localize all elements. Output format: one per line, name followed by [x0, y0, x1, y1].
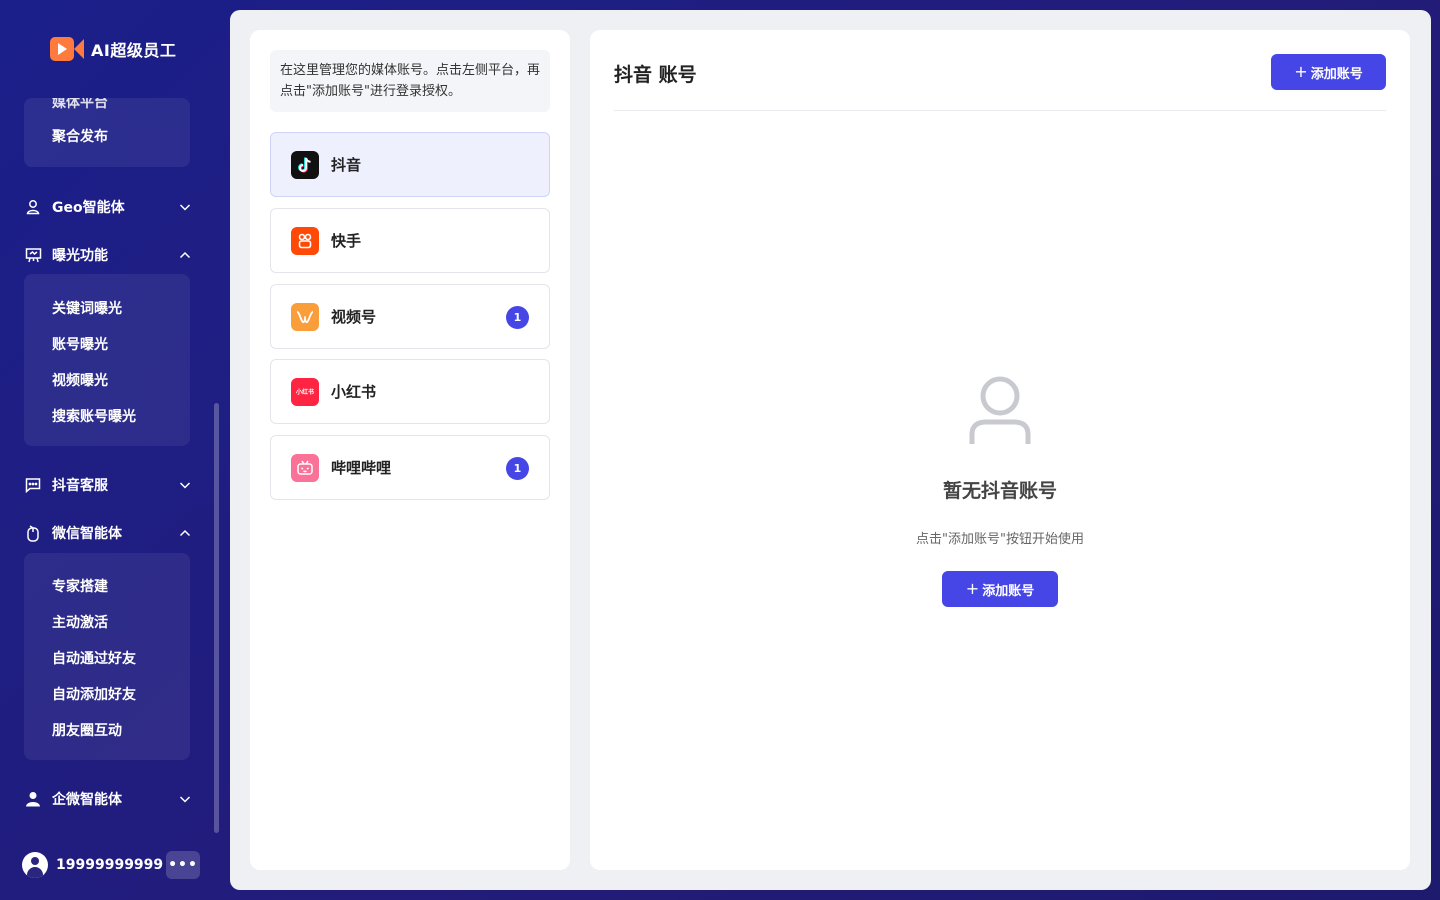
sidebar-group-label: 抖音客服 [52, 478, 108, 494]
page-title: 抖音 账号 [614, 64, 697, 86]
platform-panel: 在这里管理您的媒体账号。点击左侧平台，再点击"添加账号"进行登录授权。 抖音 快… [250, 30, 570, 870]
empty-add-account-button[interactable]: + 添加账号 [942, 571, 1058, 607]
sidebar-item-auto-accept-friends[interactable]: 自动通过好友 [52, 648, 136, 668]
add-account-label: 添加账号 [982, 583, 1035, 599]
chevron-up-icon [179, 251, 191, 259]
sidebar-item-media-platform[interactable]: 媒体平台 [52, 98, 108, 112]
sidebar-item-keyword-exposure[interactable]: 关键词曝光 [52, 298, 122, 318]
platform-item-douyin[interactable]: 抖音 [270, 132, 550, 197]
chevron-down-icon [179, 796, 191, 803]
chevron-down-icon [179, 482, 191, 489]
user-phone: 19999999999 [56, 857, 164, 873]
platform-label: 快手 [331, 232, 362, 250]
platform-label: 视频号 [331, 308, 377, 326]
add-account-button[interactable]: + 添加账号 [1271, 54, 1386, 90]
plus-icon: + [1294, 62, 1308, 81]
platform-item-kuaishou[interactable]: 快手 [270, 208, 550, 273]
sidebar-group-exposure[interactable]: 曝光功能 [24, 243, 192, 267]
chevron-up-icon [179, 529, 191, 537]
sidebar-group-label: 企微智能体 [52, 792, 122, 808]
exposure-submenu: 关键词曝光 账号曝光 视频曝光 搜索账号曝光 [24, 274, 190, 446]
mouse-icon [24, 524, 42, 542]
kuaishou-icon [291, 226, 319, 255]
chevron-down-icon [179, 204, 191, 211]
account-panel: 抖音 账号 + 添加账号 暂无抖音账号 点击"添加账号"按钮开始使用 + 添加账… [590, 30, 1410, 870]
media-submenu: 媒体平台 聚合发布 [24, 98, 190, 167]
location-person-icon [24, 198, 42, 216]
sidebar-item-publish[interactable]: 聚合发布 [52, 126, 108, 146]
douyin-icon [291, 150, 319, 179]
main-content: 在这里管理您的媒体账号。点击左侧平台，再点击"添加账号"进行登录授权。 抖音 快… [230, 10, 1431, 890]
sidebar-group-wechat-agent[interactable]: 微信智能体 [24, 521, 192, 545]
sidebar-item-auto-add-friends[interactable]: 自动添加好友 [52, 684, 136, 704]
sidebar-item-account-exposure[interactable]: 账号曝光 [52, 334, 108, 354]
platform-item-xiaohongshu[interactable]: 小红书 小红书 [270, 359, 550, 424]
plus-icon: + [965, 579, 980, 598]
platform-item-channels[interactable]: 视频号 1 [270, 284, 550, 349]
avatar [22, 852, 48, 878]
platform-item-bilibili[interactable]: 哔哩哔哩 1 [270, 435, 550, 500]
platform-hint: 在这里管理您的媒体账号。点击左侧平台，再点击"添加账号"进行登录授权。 [270, 50, 550, 112]
empty-state-title: 暂无抖音账号 [942, 480, 1057, 502]
sidebar-item-active-activation[interactable]: 主动激活 [52, 612, 108, 632]
sidebar-group-wecom-agent[interactable]: 企微智能体 [24, 787, 192, 811]
app-logo[interactable]: AI超级员工 [50, 36, 176, 62]
add-account-label: 添加账号 [1310, 66, 1363, 82]
person-icon [24, 790, 42, 808]
sidebar-item-expert-build[interactable]: 专家搭建 [52, 576, 108, 596]
user-more-button[interactable]: ••• [166, 851, 200, 879]
sidebar-item-search-account-exposure[interactable]: 搜索账号曝光 [52, 406, 136, 426]
sidebar-group-label: Geo智能体 [52, 200, 125, 216]
platform-label: 小红书 [331, 383, 377, 401]
video-camera-logo-icon [50, 37, 84, 61]
platform-label: 哔哩哔哩 [331, 459, 392, 477]
user-profile[interactable]: 19999999999 [22, 851, 163, 879]
presentation-board-icon [24, 246, 42, 264]
sidebar: AI超级员工 媒体平台 聚合发布 Geo智能体 曝光功能 关键词曝光 账号曝光 … [0, 0, 222, 900]
sidebar-item-moments-interaction[interactable]: 朋友圈互动 [52, 720, 122, 740]
xiaohongshu-icon: 小红书 [291, 377, 319, 406]
sidebar-group-label: 曝光功能 [52, 248, 108, 264]
empty-state-subtitle: 点击"添加账号"按钮开始使用 [916, 532, 1084, 547]
bilibili-icon [291, 453, 319, 482]
user-outline-icon [969, 376, 1031, 444]
divider [614, 110, 1386, 111]
chat-bubble-icon [24, 476, 42, 494]
sidebar-group-douyin-service[interactable]: 抖音客服 [24, 473, 192, 497]
channels-icon [291, 302, 319, 331]
xiaohongshu-icon-text: 小红书 [295, 389, 314, 396]
sidebar-item-video-exposure[interactable]: 视频曝光 [52, 370, 108, 390]
sidebar-scrollbar[interactable] [214, 403, 219, 833]
wechat-submenu: 专家搭建 主动激活 自动通过好友 自动添加好友 朋友圈互动 [24, 553, 190, 760]
notification-badge: 1 [506, 457, 529, 480]
platform-label: 抖音 [331, 156, 362, 174]
sidebar-group-label: 微信智能体 [52, 526, 122, 542]
sidebar-group-geo[interactable]: Geo智能体 [24, 195, 192, 219]
notification-badge: 1 [506, 306, 529, 329]
app-logo-text: AI超级员工 [91, 41, 177, 60]
